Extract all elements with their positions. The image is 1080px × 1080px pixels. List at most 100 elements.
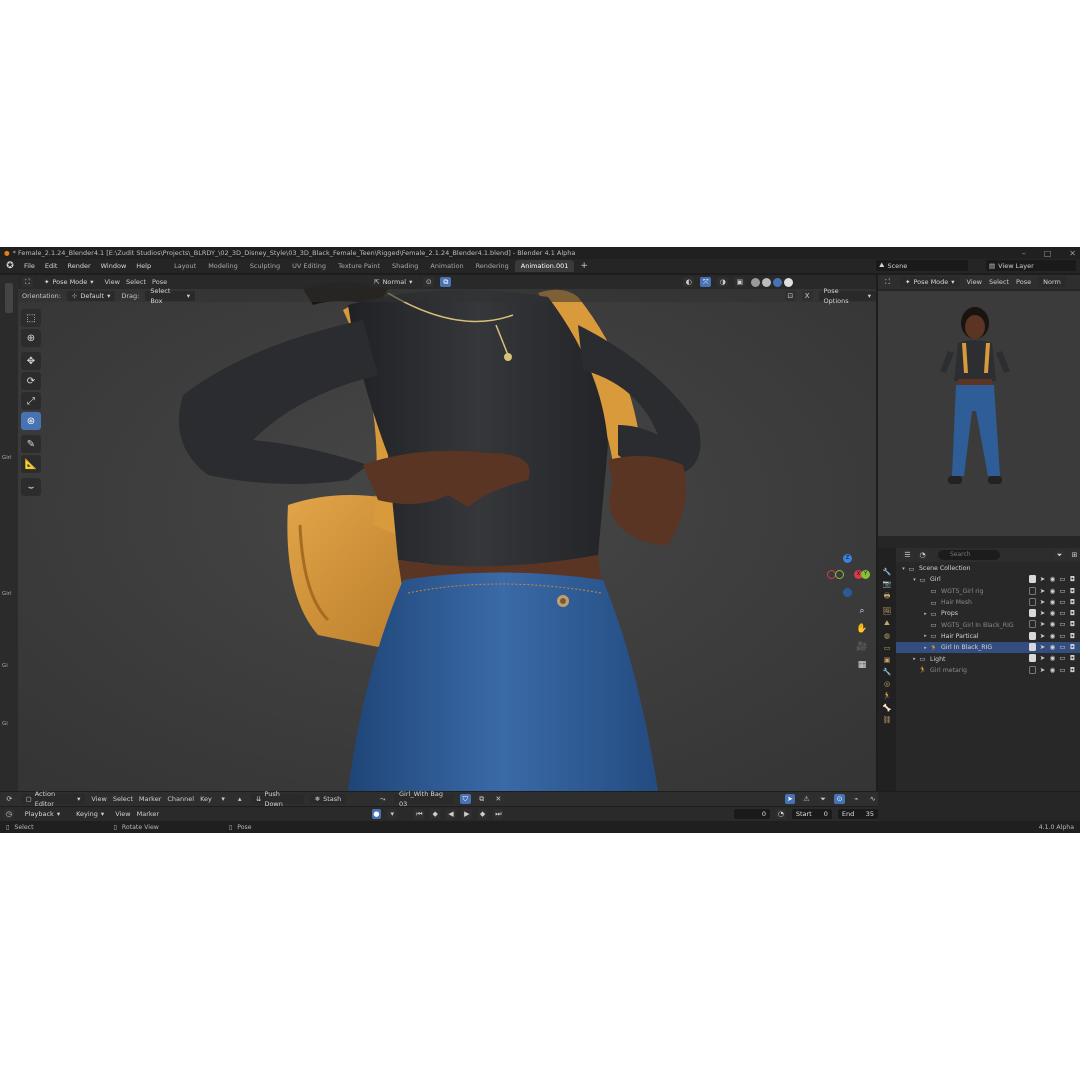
proportional-icon[interactable]: ⌁ [850,794,862,804]
tool-props-icon[interactable]: 🔧 [883,568,892,576]
exclude-checkbox[interactable] [1029,620,1036,629]
timeline-menu-view[interactable]: View [115,810,130,818]
preview-orient-dropdown[interactable]: Norm [1038,277,1066,287]
prev-key-icon[interactable]: ◆ [430,809,441,819]
solid-shading-icon[interactable] [762,277,772,287]
disclosure-arrow-icon[interactable]: ▾ [900,566,907,572]
play-reverse-icon[interactable]: ◀ [446,809,456,819]
editor-type-icon[interactable]: ⛶ [882,277,893,287]
graph-icon[interactable]: ∿ [867,794,878,804]
render-camera-icon[interactable]: ◘ [1069,620,1076,628]
action-name-field[interactable]: Girl_With Bag 03 [394,790,454,808]
bone-props-icon[interactable]: 🦴 [883,704,892,712]
outliner-row[interactable]: ▸ ▭ Hair Partical ➤ ◉ ▭ ◘ [896,631,1080,642]
y-axis-icon[interactable]: Y [861,570,870,579]
clock-icon[interactable]: ◔ [776,809,786,819]
monitor-icon[interactable]: ▭ [1059,632,1066,640]
keying-menu[interactable]: Keying ▾ [71,809,110,819]
exclude-checkbox[interactable] [1029,586,1036,595]
current-frame-field[interactable]: 0 [733,809,771,819]
outliner-row[interactable]: ▭ WGTS_Girl In Black_RIG ➤ ◉ ▭ ◘ [896,619,1080,630]
stash-button[interactable]: ❄ Stash [309,794,347,804]
monitor-icon[interactable]: ▭ [1059,587,1066,595]
physics-props-icon[interactable]: ◎ [884,680,890,688]
neg-y-axis-icon[interactable] [835,570,844,579]
menu-file[interactable]: File [19,262,40,270]
selectable-arrow-icon[interactable]: ➤ [1039,632,1046,640]
play-icon[interactable]: ▶ [461,809,472,819]
tab-sculpting[interactable]: Sculpting [244,260,286,272]
monitor-icon[interactable]: ▭ [1059,609,1066,617]
selectable-arrow-icon[interactable]: ➤ [1039,587,1046,595]
tab-rendering[interactable]: Rendering [470,260,515,272]
render-props-icon[interactable]: 📷 [883,580,892,588]
neg-z-axis-icon[interactable] [843,588,852,597]
relax-tool-icon[interactable]: ⌣ [21,478,41,496]
viewport-menu-view[interactable]: View [105,278,120,286]
rotate-tool-icon[interactable]: ⟳ [21,372,41,390]
modifier-props-icon[interactable]: 🔧 [883,668,892,676]
selectable-arrow-icon[interactable]: ➤ [1039,666,1046,674]
exclude-checkbox[interactable] [1029,643,1036,652]
outliner-row[interactable]: 🏃 Girl metarig ➤ ◉ ▭ ◘ [896,665,1080,676]
eye-icon[interactable]: ◉ [1049,632,1056,640]
output-props-icon[interactable]: 🖶 [884,592,891,603]
eye-icon[interactable]: ◉ [1049,609,1056,617]
next-key-icon[interactable]: ◆ [477,809,488,819]
record-icon[interactable]: ● [371,809,382,819]
selectable-arrow-icon[interactable]: ➤ [1039,620,1046,628]
timeline-menu-marker[interactable]: Marker [137,810,159,818]
tab-layout[interactable]: Layout [168,260,202,272]
selectable-arrow-icon[interactable]: ➤ [1039,598,1046,606]
outliner-search-input[interactable]: Search [938,550,1000,560]
action-menu-key[interactable]: Key [200,795,212,803]
zoom-icon[interactable]: ⌕ [855,604,869,617]
monitor-icon[interactable]: ▭ [1059,643,1066,651]
preview-menu-select[interactable]: Select [989,278,1009,286]
eye-icon[interactable]: ◉ [1049,666,1056,674]
mirror-icon[interactable]: ⊡ [784,290,796,301]
navigation-gizmo[interactable]: Z X Y [826,553,870,597]
visibility-icon[interactable]: ◐ [683,277,695,287]
render-camera-icon[interactable]: ◘ [1069,632,1076,640]
blender-menu-icon[interactable]: ✪ [4,260,16,272]
render-camera-icon[interactable]: ◘ [1069,587,1076,595]
transform-orientation-dropdown[interactable]: ⇱ Normal ▾ [369,277,418,287]
disclosure-arrow-icon[interactable]: ▾ [911,577,918,583]
outliner-row[interactable]: ▸ 🏃 Girl In Black_RIG ➤ ◉ ▭ ◘ [896,642,1080,654]
z-axis-icon[interactable]: Z [843,554,852,563]
monitor-icon[interactable]: ▭ [1059,666,1066,674]
preview-viewport[interactable] [878,291,1080,536]
outliner-row[interactable]: ▸ ▭ Props ➤ ◉ ▭ ◘ [896,608,1080,619]
show-errors-icon[interactable]: ⚠ [801,794,812,804]
scale-tool-icon[interactable]: ⤢ [21,392,41,410]
tab-uv-editing[interactable]: UV Editing [286,260,332,272]
disclosure-arrow-icon[interactable]: ▸ [911,656,918,662]
action-editor-mode-dropdown[interactable]: ▢ Action Editor ▾ [20,790,86,808]
snap-icon[interactable]: ⧉ [440,277,452,287]
keying-set-icon[interactable]: ▾ [387,809,398,819]
render-camera-icon[interactable]: ◘ [1069,643,1076,651]
monitor-icon[interactable]: ▭ [1059,654,1066,662]
monitor-icon[interactable]: ▭ [1059,598,1066,606]
view-layer-selector[interactable]: ▤ View Layer [986,260,1076,271]
select-box-tool-icon[interactable]: ⬚ [21,309,41,327]
eye-icon[interactable]: ◉ [1049,587,1056,595]
scene-selector[interactable]: ⛰ Scene [876,260,968,271]
eye-icon[interactable]: ◉ [1049,598,1056,606]
side-scroll[interactable] [5,283,13,313]
outliner-row[interactable]: ▭ Hair Mesh ➤ ◉ ▭ ◘ [896,597,1080,608]
tab-animation-001[interactable]: Animation.001 [514,260,575,272]
eye-icon[interactable]: ◉ [1049,575,1056,583]
collection-props-icon[interactable]: ▭ [884,644,891,652]
exclude-checkbox[interactable] [1029,654,1036,663]
pose-options-dropdown[interactable]: Pose Options ▾ [818,287,877,305]
add-workspace-icon[interactable]: + [574,260,594,272]
camera-icon[interactable]: 🎥 [855,640,869,653]
menu-help[interactable]: Help [131,262,156,270]
tab-shading[interactable]: Shading [386,260,424,272]
cursor-tool-icon[interactable]: ⊕ [21,329,41,347]
view-layer-props-icon[interactable]: 🖼 [883,607,892,615]
menu-render[interactable]: Render [62,262,95,270]
display-mode-icon[interactable]: ☰ [902,550,913,560]
